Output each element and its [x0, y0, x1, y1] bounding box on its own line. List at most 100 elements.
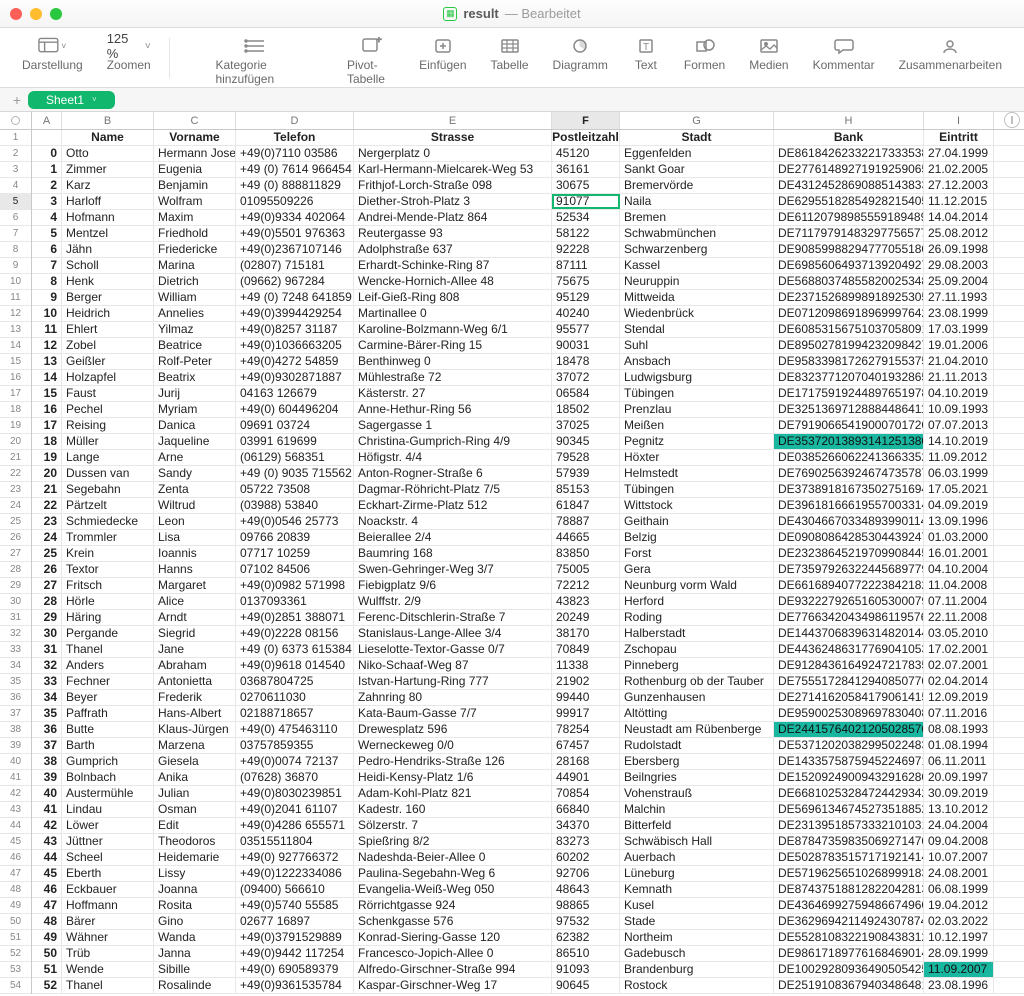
cell[interactable]: 29.08.2003 — [924, 258, 994, 273]
cell[interactable]: Malchin — [620, 802, 774, 817]
cell[interactable]: Anne-Hethur-Ring 56 — [354, 402, 552, 417]
cell[interactable]: 22.11.2008 — [924, 610, 994, 625]
cell[interactable]: 10.12.1997 — [924, 930, 994, 945]
cell[interactable]: Joanna — [154, 882, 236, 897]
cell[interactable]: 04.10.2019 — [924, 386, 994, 401]
cell[interactable]: 02.03.2022 — [924, 914, 994, 929]
cell[interactable]: (09400) 566610 — [236, 882, 354, 897]
cell[interactable]: 01.03.2000 — [924, 530, 994, 545]
cell[interactable]: Leif-Gieß-Ring 808 — [354, 290, 552, 305]
cell[interactable]: Löwer — [62, 818, 154, 833]
cell[interactable]: Schwabmünchen — [620, 226, 774, 241]
cell[interactable]: Kassel — [620, 258, 774, 273]
cell[interactable]: Myriam — [154, 402, 236, 417]
cell[interactable]: Wittstock — [620, 498, 774, 513]
cell[interactable]: Höxter — [620, 450, 774, 465]
cell[interactable]: +49(0)2851 388071 — [236, 610, 354, 625]
cell[interactable]: DE14335758759452246971 — [774, 754, 924, 769]
cell[interactable]: 1 — [32, 162, 62, 177]
header-cell[interactable]: Bank — [774, 130, 924, 145]
cell[interactable]: 08.08.1993 — [924, 722, 994, 737]
cell[interactable]: DE32513697128884486411 — [774, 402, 924, 417]
cell[interactable]: 61847 — [552, 498, 620, 513]
cell[interactable]: 37072 — [552, 370, 620, 385]
cell[interactable]: Anders — [62, 658, 154, 673]
row-header[interactable]: 26 — [0, 530, 31, 546]
cell[interactable]: Lisa — [154, 530, 236, 545]
row-header[interactable]: 21 — [0, 450, 31, 466]
cell[interactable]: 4 — [32, 210, 62, 225]
row-header[interactable]: 23 — [0, 482, 31, 498]
cell[interactable]: 90345 — [552, 434, 620, 449]
cell[interactable]: DE15209249009432916280 — [774, 770, 924, 785]
cell[interactable]: Alfredo-Girschner-Straße 994 — [354, 962, 552, 977]
cell[interactable]: Northeim — [620, 930, 774, 945]
cell[interactable]: Niko-Schaaf-Weg 87 — [354, 658, 552, 673]
cell[interactable]: DE37389181673502751694 — [774, 482, 924, 497]
cell[interactable]: DE35372013893141251380 — [774, 434, 924, 449]
row-header[interactable]: 36 — [0, 690, 31, 706]
cell[interactable]: DE57196256510268999183 — [774, 866, 924, 881]
cell[interactable]: Nergerplatz 0 — [354, 146, 552, 161]
cell[interactable]: 05722 73508 — [236, 482, 354, 497]
cell[interactable]: 25.09.2004 — [924, 274, 994, 289]
cell[interactable]: 07717 10259 — [236, 546, 354, 561]
cell[interactable]: Naila — [620, 194, 774, 209]
cell[interactable]: Eggenfelden — [620, 146, 774, 161]
cell[interactable]: DE76902563924674735787 — [774, 466, 924, 481]
cell[interactable]: 27 — [32, 578, 62, 593]
cell[interactable]: DE55281083221908438312 — [774, 930, 924, 945]
cell[interactable]: Frithjof-Lorch-Straße 098 — [354, 178, 552, 193]
cell[interactable]: Abraham — [154, 658, 236, 673]
cell[interactable]: Butte — [62, 722, 154, 737]
cell[interactable]: Rothenburg ob der Tauber — [620, 674, 774, 689]
cell[interactable]: 07102 84506 — [236, 562, 354, 577]
cell[interactable]: 41 — [32, 802, 62, 817]
header-cell[interactable]: Name — [62, 130, 154, 145]
cell[interactable]: 21.02.2005 — [924, 162, 994, 177]
cell[interactable]: Gadebusch — [620, 946, 774, 961]
cell[interactable]: Christina-Gumprich-Ring 4/9 — [354, 434, 552, 449]
cell[interactable]: +49(0)3994429254 — [236, 306, 354, 321]
row-header[interactable]: 11 — [0, 290, 31, 306]
cell[interactable]: Swen-Gehringer-Weg 3/7 — [354, 562, 552, 577]
cell[interactable]: Hanns — [154, 562, 236, 577]
cell[interactable]: Beierallee 2/4 — [354, 530, 552, 545]
cell[interactable]: Rostock — [620, 978, 774, 993]
cell[interactable]: Fritsch — [62, 578, 154, 593]
cell[interactable]: 86510 — [552, 946, 620, 961]
cell[interactable]: Spießring 8/2 — [354, 834, 552, 849]
cell[interactable]: 51 — [32, 962, 62, 977]
cell[interactable]: 57939 — [552, 466, 620, 481]
cell[interactable]: Ludwigsburg — [620, 370, 774, 385]
cell[interactable]: Dussen van — [62, 466, 154, 481]
cell[interactable]: +49(0)7110 03586 — [236, 146, 354, 161]
cell[interactable]: 04.10.2004 — [924, 562, 994, 577]
cell[interactable]: Stendal — [620, 322, 774, 337]
cell[interactable]: +49 (0) 6373 615384 — [236, 642, 354, 657]
cell[interactable]: Heidi-Kensy-Platz 1/6 — [354, 770, 552, 785]
cell[interactable]: 04.09.2019 — [924, 498, 994, 513]
cell[interactable]: +49(0)5740 55585 — [236, 898, 354, 913]
cell[interactable]: DE27761489271919259065 — [774, 162, 924, 177]
cell[interactable]: Segebahn — [62, 482, 154, 497]
cell[interactable]: Wende — [62, 962, 154, 977]
row-header[interactable]: 20 — [0, 434, 31, 450]
cell[interactable]: 24.04.2004 — [924, 818, 994, 833]
cell[interactable]: 20 — [32, 466, 62, 481]
cell[interactable]: 07.11.2016 — [924, 706, 994, 721]
cell[interactable]: 03.05.2010 — [924, 626, 994, 641]
cell[interactable]: 33 — [32, 674, 62, 689]
cell[interactable]: Zimmer — [62, 162, 154, 177]
cell[interactable]: Alice — [154, 594, 236, 609]
cell[interactable]: Heidrich — [62, 306, 154, 321]
cell[interactable]: Rosita — [154, 898, 236, 913]
cell[interactable]: 37 — [32, 738, 62, 753]
cell[interactable]: Bitterfeld — [620, 818, 774, 833]
cell[interactable]: +49(0)9302871887 — [236, 370, 354, 385]
cell[interactable]: 17 — [32, 418, 62, 433]
header-cell[interactable]: Eintritt — [924, 130, 994, 145]
row-header[interactable]: 41 — [0, 770, 31, 786]
cell[interactable]: Evangelia-Weiß-Weg 050 — [354, 882, 552, 897]
cell[interactable]: +49(0)2041 61107 — [236, 802, 354, 817]
